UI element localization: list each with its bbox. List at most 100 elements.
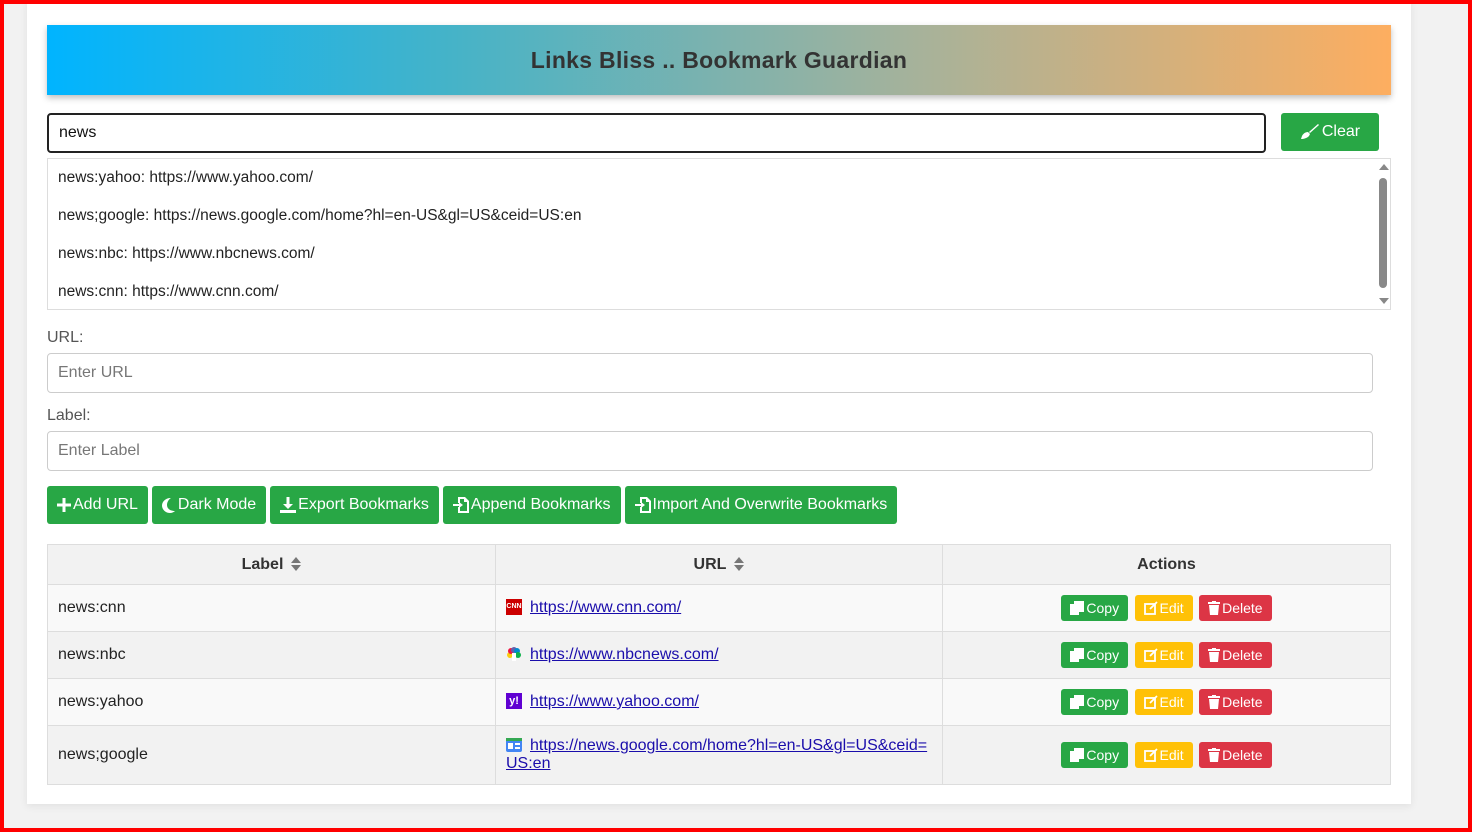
edit-label: Edit: [1159, 600, 1184, 616]
row-url-cell: y! https://www.yahoo.com/: [495, 678, 943, 726]
search-result-item[interactable]: news;google: https://news.google.com/hom…: [48, 197, 1390, 235]
copy-button[interactable]: Copy: [1061, 595, 1129, 621]
copy-label: Copy: [1086, 747, 1120, 763]
trash-icon: [1208, 601, 1221, 615]
copy-button[interactable]: Copy: [1061, 742, 1129, 768]
dark-mode-button[interactable]: Dark Mode: [151, 486, 267, 524]
edit-button[interactable]: Edit: [1134, 642, 1193, 668]
row-actions: Copy Edit Delete: [942, 725, 1391, 785]
trash-icon: [1208, 695, 1221, 709]
append-bookmarks-button[interactable]: Append Bookmarks: [442, 486, 621, 524]
copy-icon: [1070, 648, 1085, 662]
table-row: news:yahoo y! https://www.yahoo.com/ Copy…: [47, 678, 1391, 726]
delete-button[interactable]: Delete: [1199, 642, 1272, 668]
table-row: news:nbc https://www.nbcnews.com/ Copy E…: [47, 631, 1391, 679]
search-result-item[interactable]: news:nbc: https://www.nbcnews.com/: [48, 235, 1390, 273]
nbc-peacock-icon: [507, 647, 521, 661]
app-header: Links Bliss .. Bookmark Guardian: [47, 25, 1391, 95]
copy-button[interactable]: Copy: [1061, 689, 1129, 715]
export-bookmarks-label: Export Bookmarks: [298, 496, 429, 513]
label-input[interactable]: [47, 431, 1373, 471]
yahoo-icon: y!: [506, 693, 522, 709]
moon-icon: [161, 497, 175, 513]
google-news-icon: [506, 738, 522, 752]
row-url-link[interactable]: https://www.cnn.com/: [530, 599, 681, 616]
copy-label: Copy: [1086, 647, 1120, 663]
table-header-row: Label URL Actions: [47, 544, 1391, 585]
clear-button-label: Clear: [1321, 123, 1361, 140]
edit-button[interactable]: Edit: [1134, 689, 1193, 715]
edit-icon: [1143, 601, 1158, 615]
edit-label: Edit: [1159, 647, 1184, 663]
bookmarks-table: Label URL Actions news:cnn CNN https://ww…: [47, 544, 1391, 785]
row-url-cell: https://news.google.com/home?hl=en-US&gl…: [495, 725, 943, 785]
copy-button[interactable]: Copy: [1061, 642, 1129, 668]
search-result-item[interactable]: news:yahoo: https://www.yahoo.com/: [48, 159, 1390, 197]
label-field-label: Label:: [47, 407, 91, 424]
row-actions: Copy Edit Delete: [942, 584, 1391, 632]
copy-icon: [1070, 601, 1085, 615]
sort-icon[interactable]: [734, 556, 745, 572]
app-card: Links Bliss .. Bookmark Guardian Clear n…: [27, 0, 1411, 804]
copy-label: Copy: [1086, 600, 1120, 616]
row-label: news:yahoo: [47, 678, 496, 726]
actions-column-header: Actions: [942, 544, 1391, 585]
download-icon: [280, 497, 297, 513]
delete-label: Delete: [1222, 747, 1263, 763]
results-scrollbar[interactable]: [1376, 159, 1390, 309]
row-url-link[interactable]: https://www.nbcnews.com/: [530, 646, 719, 663]
copy-label: Copy: [1086, 694, 1120, 710]
edit-label: Edit: [1159, 747, 1184, 763]
delete-label: Delete: [1222, 600, 1263, 616]
edit-button[interactable]: Edit: [1134, 595, 1193, 621]
scroll-down-arrow-icon[interactable]: [1379, 298, 1389, 304]
sort-icon[interactable]: [291, 556, 302, 572]
dark-mode-label: Dark Mode: [177, 496, 257, 513]
add-url-label: Add URL: [73, 496, 138, 513]
delete-label: Delete: [1222, 694, 1263, 710]
broom-icon: [1300, 124, 1319, 139]
delete-label: Delete: [1222, 647, 1263, 663]
edit-label: Edit: [1159, 694, 1184, 710]
search-results-list: news:yahoo: https://www.yahoo.com/ news;…: [47, 158, 1391, 310]
copy-icon: [1070, 695, 1085, 709]
row-label: news;google: [47, 725, 496, 785]
scroll-up-arrow-icon[interactable]: [1379, 164, 1389, 170]
plus-icon: [57, 498, 71, 512]
add-url-button[interactable]: Add URL: [47, 486, 148, 524]
trash-icon: [1208, 748, 1221, 762]
delete-button[interactable]: Delete: [1199, 595, 1272, 621]
import-overwrite-button[interactable]: Import And Overwrite Bookmarks: [624, 486, 898, 524]
trash-icon: [1208, 648, 1221, 662]
scrollbar-thumb[interactable]: [1379, 178, 1387, 288]
delete-button[interactable]: Delete: [1199, 742, 1272, 768]
table-row: news:cnn CNN https://www.cnn.com/ Copy Ed…: [47, 584, 1391, 632]
import-file-icon: [634, 497, 651, 513]
url-column-header[interactable]: URL: [495, 544, 943, 585]
import-overwrite-label: Import And Overwrite Bookmarks: [652, 496, 888, 513]
search-input[interactable]: [47, 113, 1266, 153]
url-input[interactable]: [47, 353, 1373, 393]
row-label: news:nbc: [47, 631, 496, 679]
row-url-link[interactable]: https://www.yahoo.com/: [530, 693, 699, 710]
edit-icon: [1143, 695, 1158, 709]
edit-button[interactable]: Edit: [1134, 742, 1193, 768]
edit-icon: [1143, 648, 1158, 662]
export-bookmarks-button[interactable]: Export Bookmarks: [270, 486, 439, 524]
search-result-item[interactable]: news:cnn: https://www.cnn.com/: [48, 273, 1390, 309]
label-header-text: Label: [241, 555, 284, 573]
toolbar: Add URL Dark Mode Export Bookmarks Appen…: [47, 486, 898, 524]
row-url-cell: https://www.nbcnews.com/: [495, 631, 943, 679]
row-actions: Copy Edit Delete: [942, 678, 1391, 726]
import-file-icon: [452, 497, 469, 513]
cnn-icon: CNN: [506, 599, 522, 615]
url-header-text: URL: [693, 555, 727, 573]
append-bookmarks-label: Append Bookmarks: [470, 496, 611, 513]
edit-icon: [1143, 748, 1158, 762]
label-column-header[interactable]: Label: [47, 544, 496, 585]
clear-button[interactable]: Clear: [1281, 113, 1379, 151]
row-url-link[interactable]: https://news.google.com/home?hl=en-US&gl…: [506, 737, 927, 772]
delete-button[interactable]: Delete: [1199, 689, 1272, 715]
copy-icon: [1070, 748, 1085, 762]
row-label: news:cnn: [47, 584, 496, 632]
